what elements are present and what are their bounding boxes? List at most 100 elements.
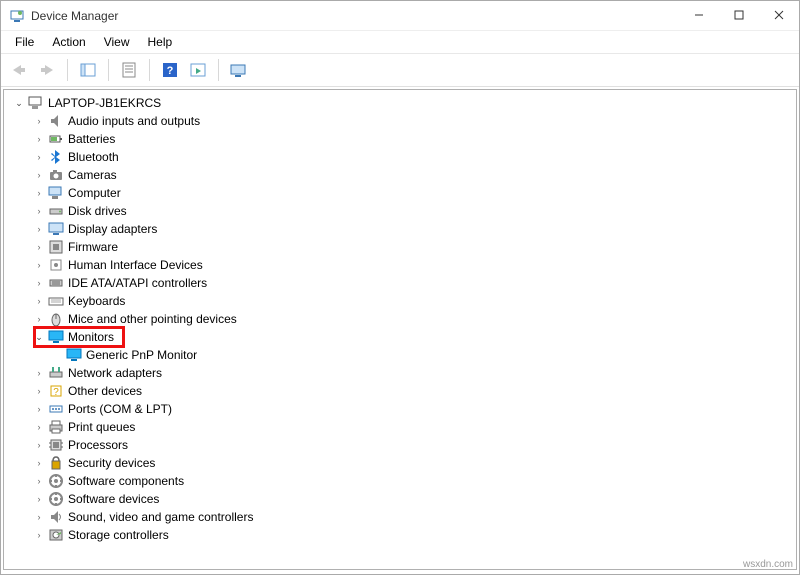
expander-icon[interactable]: › (32, 132, 46, 146)
tree-category-row[interactable]: ›Cameras (4, 166, 796, 184)
tree-item-label: Other devices (68, 384, 142, 398)
tree-category-row[interactable]: ›Print queues (4, 418, 796, 436)
software-icon (48, 491, 64, 507)
menubar: File Action View Help (1, 31, 799, 53)
tree-item-label: Security devices (68, 456, 155, 470)
scan-hardware-button[interactable] (227, 58, 251, 82)
nav-forward-button[interactable] (35, 58, 59, 82)
tree-category-row[interactable]: ›Storage controllers (4, 526, 796, 544)
tree-category-row[interactable]: ›Processors (4, 436, 796, 454)
computer-icon (48, 185, 64, 201)
network-icon (48, 365, 64, 381)
help-button[interactable]: ? (158, 58, 182, 82)
app-icon (9, 8, 25, 24)
tree-category-row[interactable]: ›Network adapters (4, 364, 796, 382)
expander-icon[interactable]: › (32, 474, 46, 488)
expander-icon[interactable]: › (32, 528, 46, 542)
toolbar-separator (67, 59, 68, 81)
tree-device-row[interactable]: Generic PnP Monitor (4, 346, 796, 364)
tree-category-row[interactable]: › Computer (4, 184, 796, 202)
menu-file[interactable]: File (7, 33, 42, 51)
tree-category-row[interactable]: › Sound, video and game controllers (4, 508, 796, 526)
tree-category-row[interactable]: › Bluetooth (4, 148, 796, 166)
expander-icon[interactable]: › (32, 204, 46, 218)
expander-icon[interactable]: › (32, 438, 46, 452)
tree-item-label: Generic PnP Monitor (86, 348, 197, 362)
expander-icon[interactable]: › (32, 222, 46, 236)
window-controls (679, 1, 799, 29)
window-title: Device Manager (31, 9, 118, 23)
device-tree[interactable]: ⌄ LAPTOP-JB1EKRCS ›Audio inputs and outp… (3, 89, 797, 570)
expander-icon[interactable]: ⌄ (32, 330, 46, 344)
minimize-button[interactable] (679, 1, 719, 29)
properties-button[interactable] (117, 58, 141, 82)
tree-category-row[interactable]: › IDE ATA/ATAPI controllers (4, 274, 796, 292)
camera-icon (48, 167, 64, 183)
tree-root-label: LAPTOP-JB1EKRCS (48, 96, 161, 110)
tree-item-label: Keyboards (68, 294, 125, 308)
storage-icon (48, 527, 64, 543)
keyboard-icon (48, 293, 64, 309)
expander-icon[interactable]: › (32, 294, 46, 308)
expander-icon[interactable]: › (32, 114, 46, 128)
menu-action[interactable]: Action (44, 33, 93, 51)
sound-icon (48, 509, 64, 525)
expander-icon[interactable]: › (32, 402, 46, 416)
tree-item-label: Ports (COM & LPT) (68, 402, 172, 416)
nav-back-button[interactable] (7, 58, 31, 82)
other-icon: ? (48, 383, 64, 399)
expander-icon[interactable]: › (32, 276, 46, 290)
firmware-icon (48, 239, 64, 255)
expander-icon[interactable]: › (32, 366, 46, 380)
close-button[interactable] (759, 1, 799, 29)
tree-category-row[interactable]: ›Firmware (4, 238, 796, 256)
tree-category-row[interactable]: › Keyboards (4, 292, 796, 310)
tree-category-row[interactable]: ›Batteries (4, 130, 796, 148)
expander-icon[interactable]: › (32, 150, 46, 164)
tree-item-label: Human Interface Devices (68, 258, 203, 272)
expander-icon[interactable]: › (32, 384, 46, 398)
disk-icon (48, 203, 64, 219)
show-hide-tree-button[interactable] (76, 58, 100, 82)
maximize-button[interactable] (719, 1, 759, 29)
expander-icon[interactable]: › (32, 456, 46, 470)
ide-icon (48, 275, 64, 291)
tree-root-row[interactable]: ⌄ LAPTOP-JB1EKRCS (4, 94, 796, 112)
expander-icon[interactable]: › (32, 492, 46, 506)
tree-item-label: Bluetooth (68, 150, 119, 164)
monitor-icon (48, 329, 64, 345)
tree-category-row[interactable]: › Human Interface Devices (4, 256, 796, 274)
expander-icon[interactable]: ⌄ (12, 96, 26, 110)
tree-category-row[interactable]: › Security devices (4, 454, 796, 472)
expander-icon[interactable]: › (32, 510, 46, 524)
tree-category-row[interactable]: ›Disk drives (4, 202, 796, 220)
tree-item-label: Computer (68, 186, 121, 200)
tree-category-row[interactable]: ›Software devices (4, 490, 796, 508)
expander-icon[interactable]: › (32, 240, 46, 254)
tree-item-label: IDE ATA/ATAPI controllers (68, 276, 207, 290)
toolbar-separator (108, 59, 109, 81)
expander-icon[interactable]: › (32, 420, 46, 434)
menu-view[interactable]: View (96, 33, 138, 51)
toolbar-separator (149, 59, 150, 81)
tree-category-row[interactable]: › Software components (4, 472, 796, 490)
security-icon (48, 455, 64, 471)
tree-category-row[interactable]: ›Audio inputs and outputs (4, 112, 796, 130)
tree-item-label: Monitors (68, 330, 114, 344)
expander-icon[interactable]: › (32, 168, 46, 182)
tree-category-row[interactable]: ›Mice and other pointing devices (4, 310, 796, 328)
titlebar: Device Manager (1, 1, 799, 31)
printer-icon (48, 419, 64, 435)
expander-icon[interactable]: › (32, 186, 46, 200)
action-button[interactable] (186, 58, 210, 82)
svg-text:?: ? (167, 65, 174, 77)
tree-category-row[interactable]: ⌄ Monitors (4, 328, 796, 346)
tree-category-row[interactable]: › Ports (COM & LPT) (4, 400, 796, 418)
expander-icon[interactable]: › (32, 258, 46, 272)
tree-item-label: Software components (68, 474, 184, 488)
tree-category-row[interactable]: ›Display adapters (4, 220, 796, 238)
tree-item-label: Sound, video and game controllers (68, 510, 253, 524)
expander-icon[interactable]: › (32, 312, 46, 326)
menu-help[interactable]: Help (140, 33, 181, 51)
tree-category-row[interactable]: ›? Other devices (4, 382, 796, 400)
